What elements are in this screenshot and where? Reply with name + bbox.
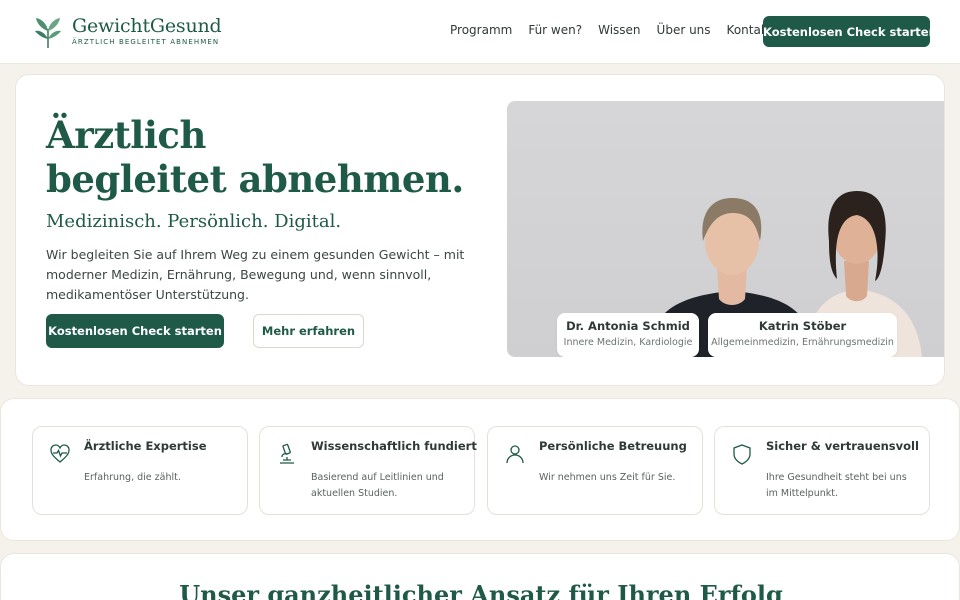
feature-card: Ärztliche Expertise Erfahrung, die zählt… (32, 426, 248, 515)
brand-name: GewichtGesund (72, 15, 222, 37)
doctor-name: Katrin Stöber (758, 319, 847, 333)
feature-title: Persönliche Betreuung (539, 439, 687, 453)
feature-text: Wir nehmen uns Zeit für Sie. (539, 472, 676, 483)
learn-more-button[interactable]: Mehr erfahren (253, 314, 364, 348)
feature-title: Ärztliche Expertise (84, 439, 207, 453)
heart-pulse-icon (50, 444, 70, 463)
main-nav: Programm Für wen? Wissen Über uns Kontak… (450, 23, 788, 37)
features-section: Ärztliche Expertise Erfahrung, die zählt… (0, 398, 960, 541)
brand-tagline: ÄRZTLICH BEGLEITET ABNEHMEN (72, 38, 220, 46)
doctors-photo: Dr. Antonia Schmid Innere Medizin, Kardi… (507, 101, 944, 357)
hero-title: Ärztlich begleitet abnehmen. (46, 113, 486, 201)
feature-title: Sicher & vertrauensvoll (766, 439, 919, 453)
header-cta-button[interactable]: Kostenlosen Check starten (763, 16, 937, 47)
feature-text: Ihre Gesundheit steht bei uns im Mittelp… (766, 472, 907, 499)
shield-icon (733, 444, 751, 465)
doctor-role: Allgemeinmedizin, Ernährungsmedizin (711, 337, 894, 348)
site-header: GewichtGesund ÄRZTLICH BEGLEITET ABNEHME… (0, 0, 960, 64)
feature-text: Basierend auf Leitlinien und aktuellen S… (311, 472, 444, 499)
nav-item-programm[interactable]: Programm (450, 23, 512, 37)
microscope-icon (280, 443, 294, 464)
approach-title: Unser ganzheitlicher Ansatz für Ihren Er… (179, 580, 783, 600)
leaf-sprout-icon (35, 18, 61, 48)
doctor-name: Dr. Antonia Schmid (566, 319, 690, 333)
hero-check-button[interactable]: Kostenlosen Check starten (46, 314, 224, 348)
nav-item-fuer-wen[interactable]: Für wen? (528, 23, 582, 37)
feature-title: Wissenschaftlich fundiert (311, 439, 477, 453)
doctor-caption-1: Dr. Antonia Schmid Innere Medizin, Kardi… (557, 313, 699, 357)
feature-card: Persönliche Betreuung Wir nehmen uns Zei… (487, 426, 703, 515)
hero-subtitle: Medizinisch. Persönlich. Digital. (46, 211, 342, 232)
hero-title-line-1: Ärztlich (46, 113, 206, 157)
approach-section: Unser ganzheitlicher Ansatz für Ihren Er… (0, 553, 960, 600)
doctor-role: Innere Medizin, Kardiologie (563, 337, 693, 348)
person-icon (506, 445, 524, 464)
nav-item-ueber-uns[interactable]: Über uns (657, 23, 711, 37)
feature-text: Erfahrung, die zählt. (84, 472, 181, 483)
feature-card: Sicher & vertrauensvoll Ihre Gesundheit … (714, 426, 930, 515)
brand-logo[interactable]: GewichtGesund ÄRZTLICH BEGLEITET ABNEHME… (32, 15, 222, 49)
hero-description: Wir begleiten Sie auf Ihrem Weg zu einem… (46, 247, 465, 302)
feature-card: Wissenschaftlich fundiert Basierend auf … (259, 426, 477, 515)
doctor-caption-2: Katrin Stöber Allgemeinmedizin, Ernährun… (708, 313, 897, 357)
hero-title-line-2: begleitet abnehmen. (46, 157, 464, 201)
hero-section: Ärztlich begleitet abnehmen. Medizinisch… (15, 74, 945, 386)
nav-item-wissen[interactable]: Wissen (598, 23, 640, 37)
